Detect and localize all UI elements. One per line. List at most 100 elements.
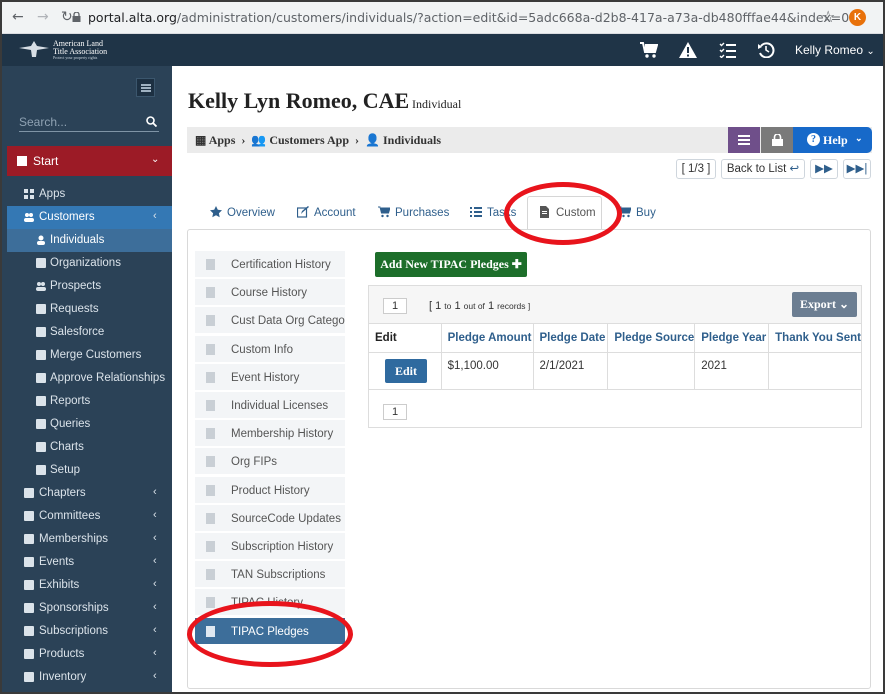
sidebar-item-charts[interactable]: Charts <box>7 436 172 459</box>
edit-cell: Edit <box>369 351 442 390</box>
next-record-icon[interactable]: ▶▶ <box>810 159 838 179</box>
sidebar-item-committees[interactable]: Committees ‹ <box>7 505 172 528</box>
custom-nav-item[interactable]: Product History <box>195 476 345 504</box>
bookmark-star-icon[interactable]: ☆ <box>821 7 835 27</box>
back-to-list-button[interactable]: Back to List ↩ <box>721 159 805 179</box>
profile-avatar[interactable]: K <box>849 9 866 26</box>
search-icon[interactable] <box>146 116 157 127</box>
record-position: [ 1/3 ] <box>676 159 716 179</box>
history-icon[interactable] <box>757 42 775 58</box>
gear-icon <box>36 304 46 314</box>
warning-icon[interactable] <box>679 42 697 58</box>
file-icon <box>206 597 215 609</box>
sidebar-item-queries[interactable]: Queries <box>7 413 172 436</box>
sidebar-item-inventory[interactable]: Inventory ‹ <box>7 666 172 689</box>
column-header[interactable]: Thank You Sent <box>768 324 861 353</box>
sidebar-item-label: Sponsorships <box>39 602 109 614</box>
grid-icon <box>24 580 34 590</box>
bottom-page-number[interactable]: 1 <box>383 404 407 420</box>
column-header[interactable]: Pledge Source <box>607 324 696 353</box>
last-record-icon[interactable]: ▶▶| <box>843 159 871 179</box>
custom-nav-item[interactable]: Course History <box>195 279 345 307</box>
custom-nav-item[interactable]: SourceCode Updates <box>195 504 345 532</box>
line-chart-icon <box>36 442 46 452</box>
sidebar-item-events[interactable]: Events ‹ <box>7 551 172 574</box>
tab-overview[interactable]: Overview <box>210 206 275 219</box>
custom-nav-item[interactable]: Membership History <box>195 420 345 448</box>
sidebar-search-input[interactable]: Search... <box>19 114 159 132</box>
address-bar[interactable]: portal.alta.org/administration/customers… <box>88 10 849 25</box>
lock-button[interactable] <box>761 127 793 153</box>
user-menu[interactable]: Kelly Romeo ⌄ <box>795 43 875 57</box>
edit-button[interactable]: Edit <box>385 358 427 383</box>
sidebar-item-exhibits[interactable]: Exhibits ‹ <box>7 574 172 597</box>
list-icon <box>738 135 750 145</box>
sidebar-item-subscriptions[interactable]: Subscriptions ‹ <box>7 620 172 643</box>
sidebar-item-memberships[interactable]: Memberships ‹ <box>7 528 172 551</box>
cart-icon[interactable] <box>640 42 658 58</box>
column-header[interactable]: Pledge Year <box>694 324 770 353</box>
sidebar-item-approve-relationships[interactable]: Approve Relationships <box>7 367 172 390</box>
sidebar-item-prospects[interactable]: Prospects <box>7 275 172 298</box>
sidebar-item-requests[interactable]: Requests <box>7 298 172 321</box>
customers-app-crumb[interactable]: 👥 Customers App <box>251 133 349 147</box>
custom-nav-item[interactable]: TAN Subscriptions <box>195 561 345 589</box>
sidebar-item-salesforce[interactable]: Salesforce <box>7 321 172 344</box>
custom-nav-item[interactable]: Subscription History <box>195 533 345 560</box>
pledges-table: Edit Pledge Amount Pledge Date Pledge Sourc… <box>369 324 861 390</box>
chevron-left-icon: ‹ <box>153 509 157 521</box>
custom-nav-item[interactable]: Custom Info <box>195 335 345 363</box>
highlight-ring-tipac-pledges <box>187 601 353 667</box>
custom-nav-item[interactable]: Individual Licenses <box>195 392 345 419</box>
sidebar-item-organizations[interactable]: Organizations <box>7 252 172 275</box>
sidebar-item-label: Subscriptions <box>39 625 109 637</box>
add-tipac-pledge-button[interactable]: Add New TIPAC Pledges ✚ <box>375 252 527 277</box>
sidebar-item-individuals[interactable]: Individuals <box>7 229 172 252</box>
alta-logo[interactable]: American Land Title Association Protect … <box>19 39 109 61</box>
table-cell: 2021 <box>694 351 770 390</box>
tab-label: Purchases <box>395 207 450 219</box>
sidebar-item-apps[interactable]: Apps <box>7 183 172 206</box>
start-menu[interactable]: Start ⌄ <box>7 146 172 176</box>
sidebar-item-reports[interactable]: Reports <box>7 390 172 413</box>
chevron-left-icon: ‹ <box>153 210 157 222</box>
tab-buy[interactable]: Buy <box>619 206 656 219</box>
custom-nav-item[interactable]: Cust Data Org Categories <box>195 307 345 335</box>
sidebar-item-customers[interactable]: Customers ‹ <box>7 206 172 229</box>
cloud-icon <box>36 327 46 337</box>
custom-nav-item[interactable]: Org FIPs <box>195 448 345 476</box>
list-button[interactable] <box>728 127 760 153</box>
page-number-input[interactable]: 1 <box>383 298 407 314</box>
sidebar-item-label: Exhibits <box>39 579 80 591</box>
sidebar-item-label: Queries <box>50 418 91 430</box>
lock-icon <box>72 12 81 22</box>
column-header[interactable]: Pledge Amount <box>440 324 534 353</box>
reload-icon[interactable]: ↻ <box>61 9 73 25</box>
menu-toggle-icon[interactable] <box>136 78 155 97</box>
star-icon <box>24 603 34 613</box>
custom-nav-item[interactable]: Certification History <box>195 251 345 278</box>
individuals-crumb[interactable]: 👤 Individuals <box>365 133 441 147</box>
custom-nav-label: Custom Info <box>231 343 293 356</box>
sidebar-item-setup[interactable]: Setup <box>7 459 172 482</box>
back-arrow-icon[interactable]: ← <box>12 9 24 25</box>
sidebar-item-chapters[interactable]: Chapters ‹ <box>7 482 172 505</box>
apps-crumb[interactable]: ▦ Apps <box>195 133 235 147</box>
custom-nav-item[interactable]: Event History <box>195 363 345 391</box>
tab-purchases[interactable]: Purchases <box>378 206 449 219</box>
forward-arrow-icon[interactable]: → <box>37 9 49 25</box>
sidebar-item-sponsorships[interactable]: Sponsorships ‹ <box>7 597 172 620</box>
custom-nav-label: TAN Subscriptions <box>231 569 326 582</box>
column-header[interactable]: Pledge Date <box>532 324 609 353</box>
chevron-down-icon: ⌄ <box>855 133 863 143</box>
export-button[interactable]: Export ⌄ <box>792 292 857 317</box>
sidebar-item-products[interactable]: Products ‹ <box>7 643 172 666</box>
help-button[interactable]: ? Help ⌄ <box>793 127 872 153</box>
users-icon <box>24 213 34 222</box>
lock-icon <box>772 134 783 146</box>
tasks-icon[interactable] <box>719 42 737 58</box>
tab-account[interactable]: Account <box>296 206 356 219</box>
app-header: American Land Title Association Protect … <box>2 34 883 66</box>
logo-tagline: Protect your property rights <box>53 55 98 60</box>
sidebar-item-merge-customers[interactable]: Merge Customers <box>7 344 172 367</box>
